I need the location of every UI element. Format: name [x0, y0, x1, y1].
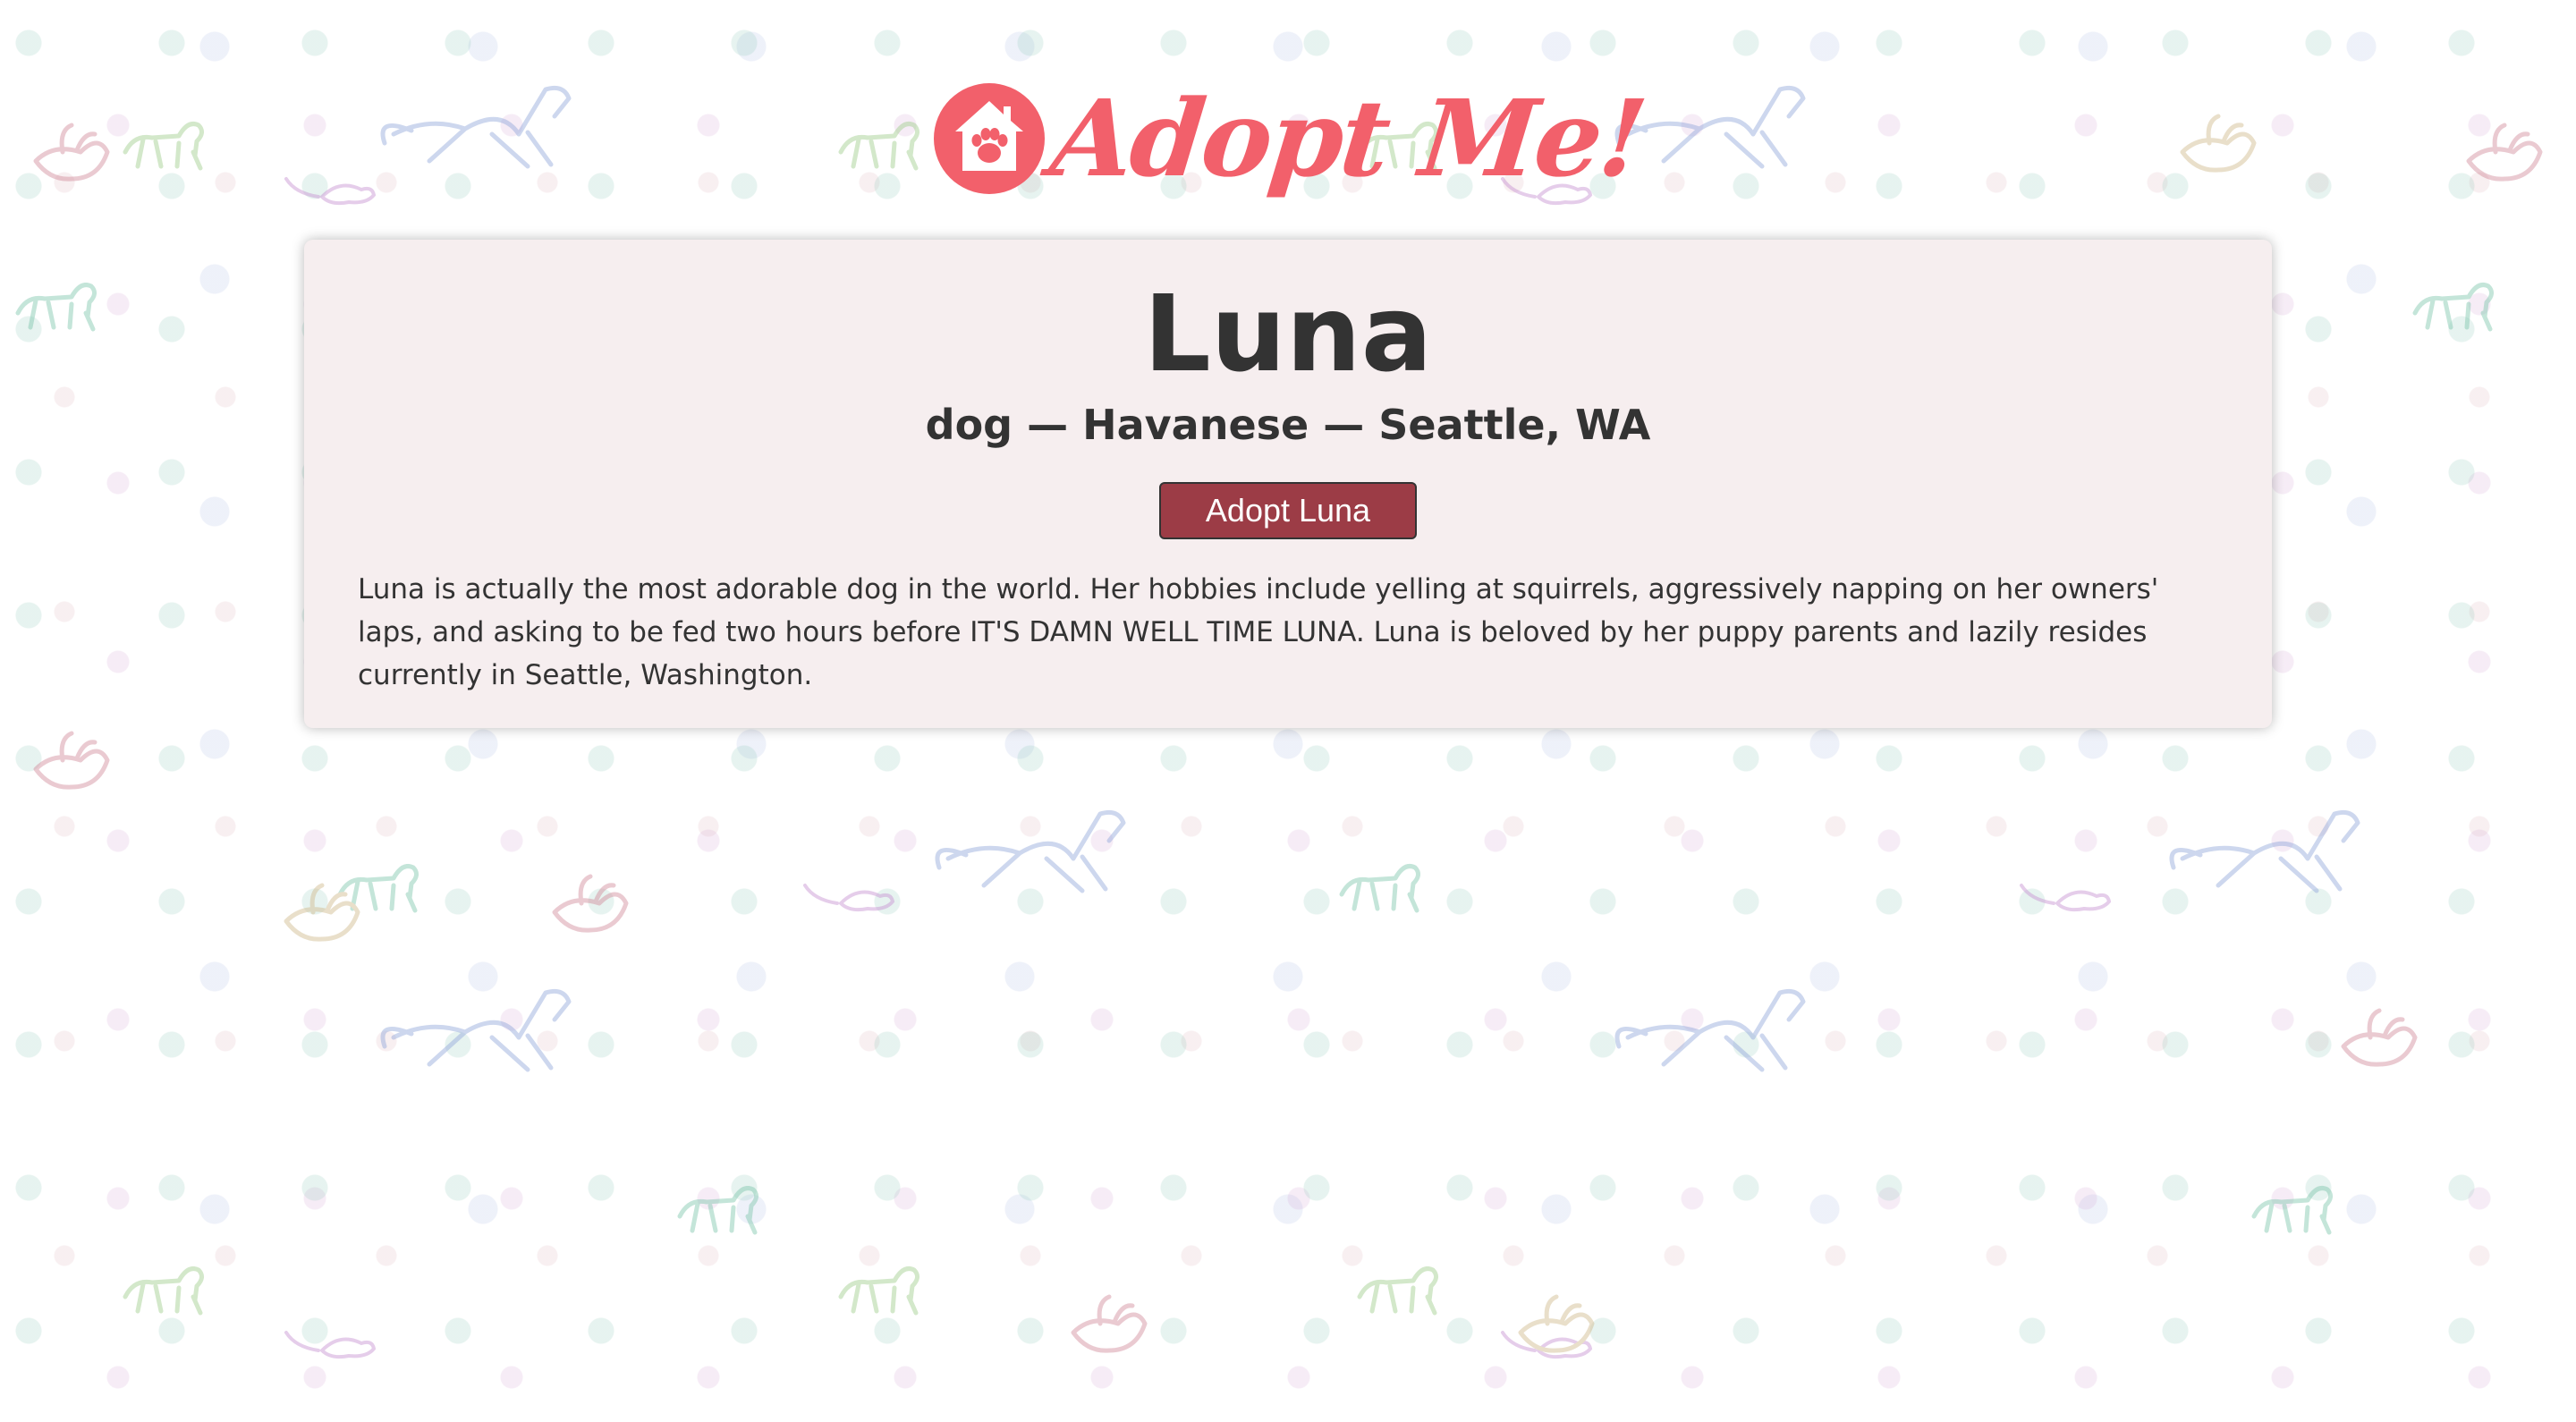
pet-name-heading: Luna	[1143, 272, 1433, 395]
pet-meta-subheading: dog — Havanese — Seattle, WA	[925, 400, 1651, 449]
house-paw-icon	[934, 83, 1046, 194]
adopt-me-logo-link[interactable]: Adopt Me!	[932, 76, 1650, 200]
adopt-button[interactable]: Adopt Luna	[1159, 482, 1417, 540]
site-header: Adopt Me!	[0, 63, 2576, 215]
pet-description: Luna is actually the most adorable dog i…	[358, 573, 2159, 692]
brand-wordmark: Adopt Me!	[1046, 76, 1651, 200]
pet-details-card: Luna dog — Havanese — Seattle, WA Adopt …	[304, 240, 2272, 728]
